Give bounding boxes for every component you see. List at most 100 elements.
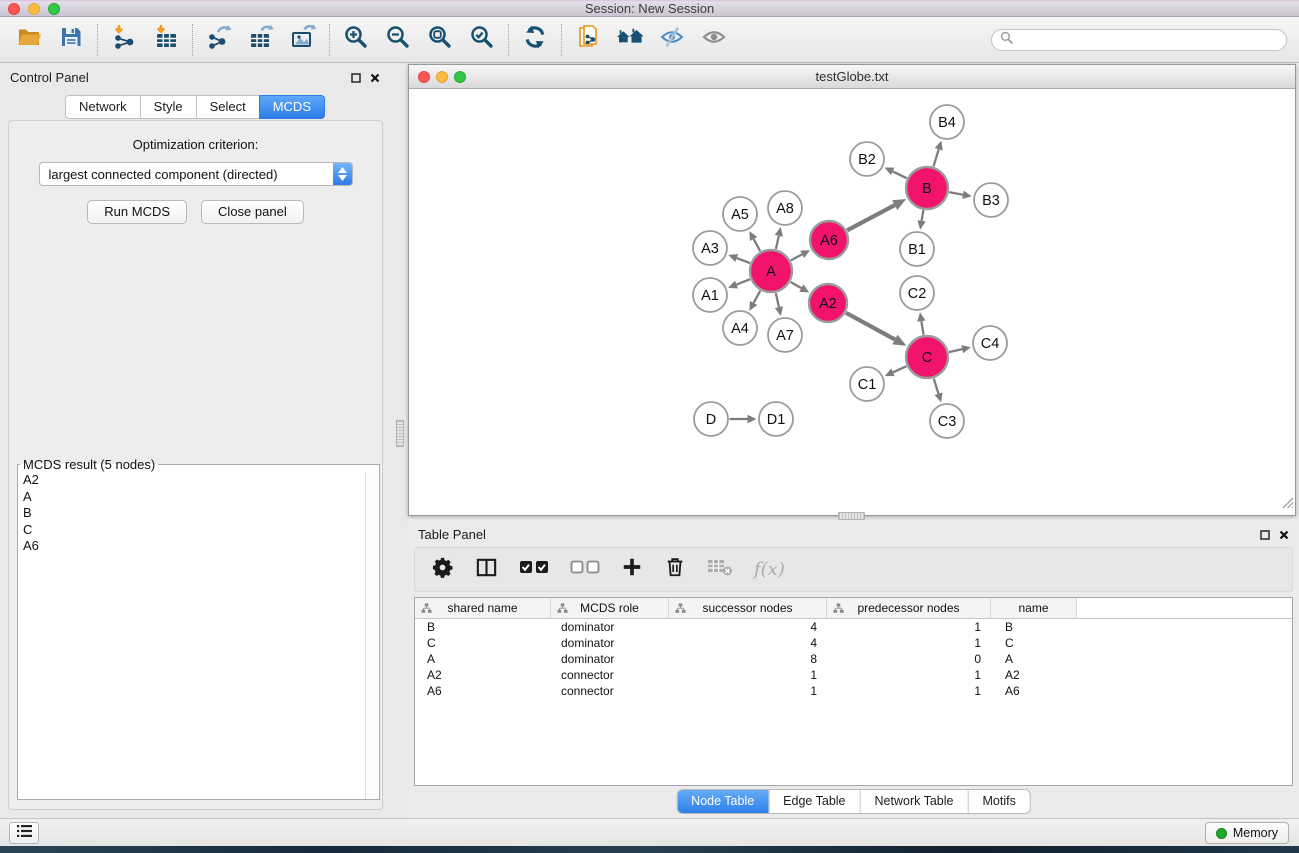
graph-node-D[interactable]: D bbox=[694, 402, 728, 436]
graph-node-A6[interactable]: A6 bbox=[810, 221, 848, 259]
criterion-dropdown[interactable]: largest connected component (directed) bbox=[39, 162, 353, 186]
show-columns-button[interactable] bbox=[475, 556, 498, 584]
tab-edge-table[interactable]: Edge Table bbox=[768, 790, 859, 813]
table-row[interactable]: Adominator80A bbox=[415, 651, 1292, 667]
zoom-fit-button[interactable] bbox=[419, 22, 461, 58]
graph-node-A5[interactable]: A5 bbox=[723, 197, 757, 231]
graph-node-D1[interactable]: D1 bbox=[759, 402, 793, 436]
table-row[interactable]: Cdominator41C bbox=[415, 635, 1292, 651]
close-window-button[interactable] bbox=[8, 3, 20, 15]
graph-node-C3[interactable]: C3 bbox=[930, 404, 964, 438]
import-table-button[interactable] bbox=[145, 22, 187, 58]
graph-node-C1[interactable]: C1 bbox=[850, 367, 884, 401]
show-all-button[interactable] bbox=[693, 22, 735, 58]
tab-select[interactable]: Select bbox=[196, 95, 260, 119]
list-item[interactable]: A bbox=[18, 489, 379, 506]
hierarchy-icon bbox=[421, 603, 432, 617]
tab-node-table[interactable]: Node Table bbox=[677, 790, 768, 813]
minimize-window-button[interactable] bbox=[28, 3, 40, 15]
function-builder-button[interactable]: f(x) bbox=[754, 559, 785, 580]
graph-node-B2[interactable]: B2 bbox=[850, 142, 884, 176]
split-divider-grip-horizontal[interactable] bbox=[838, 512, 865, 520]
deselect-all-button[interactable] bbox=[570, 557, 600, 582]
search-input[interactable] bbox=[1013, 33, 1278, 47]
window-resize-grip[interactable] bbox=[1280, 495, 1294, 514]
task-history-button[interactable] bbox=[9, 822, 39, 844]
graph-node-A1[interactable]: A1 bbox=[693, 278, 727, 312]
delete-table-icon bbox=[707, 564, 733, 581]
column-header-mcds-role[interactable]: MCDS role bbox=[551, 598, 669, 619]
zoom-in-button[interactable] bbox=[335, 22, 377, 58]
zoom-out-button[interactable] bbox=[377, 22, 419, 58]
tab-motifs[interactable]: Motifs bbox=[967, 790, 1029, 813]
run-mcds-button[interactable]: Run MCDS bbox=[87, 200, 187, 224]
zoom-network-window-button[interactable] bbox=[454, 71, 466, 83]
import-network-button[interactable] bbox=[103, 22, 145, 58]
graph-node-B3[interactable]: B3 bbox=[974, 183, 1008, 217]
result-list-scrollbar[interactable] bbox=[365, 472, 378, 799]
checked-boxes-icon bbox=[519, 564, 549, 581]
tab-network[interactable]: Network bbox=[65, 95, 141, 119]
open-session-button[interactable] bbox=[8, 22, 50, 58]
list-item[interactable]: C bbox=[18, 522, 379, 539]
tab-network-table[interactable]: Network Table bbox=[860, 790, 968, 813]
memory-button[interactable]: Memory bbox=[1205, 822, 1289, 844]
add-button[interactable] bbox=[621, 556, 643, 583]
graph-node-A3[interactable]: A3 bbox=[693, 231, 727, 265]
column-header-name[interactable]: name bbox=[991, 598, 1077, 619]
graph-node-B[interactable]: B bbox=[906, 167, 948, 209]
export-network-button[interactable] bbox=[198, 22, 240, 58]
mcds-result-list[interactable]: A2 A B C A6 bbox=[18, 472, 379, 799]
list-item[interactable]: B bbox=[18, 505, 379, 522]
graph-node-A7[interactable]: A7 bbox=[768, 318, 802, 352]
search-field[interactable] bbox=[991, 29, 1287, 51]
first-neighbors-button[interactable] bbox=[609, 22, 651, 58]
float-panel-icon[interactable] bbox=[1260, 527, 1270, 545]
save-floppy-icon bbox=[58, 24, 84, 55]
column-header-shared-name[interactable]: shared name bbox=[415, 598, 551, 619]
graph-node-A8[interactable]: A8 bbox=[768, 191, 802, 225]
split-divider-grip[interactable] bbox=[396, 420, 404, 447]
control-panel-title: Control Panel bbox=[10, 70, 89, 85]
column-header-predecessor-nodes[interactable]: predecessor nodes bbox=[827, 598, 991, 619]
graph-node-B1[interactable]: B1 bbox=[900, 232, 934, 266]
list-item[interactable]: A2 bbox=[18, 472, 379, 489]
table-row[interactable]: A2connector11A2 bbox=[415, 667, 1292, 683]
graph-node-B4[interactable]: B4 bbox=[930, 105, 964, 139]
graph-node-C[interactable]: C bbox=[906, 336, 948, 378]
float-panel-icon[interactable] bbox=[351, 70, 361, 88]
export-image-button[interactable] bbox=[282, 22, 324, 58]
close-panel-icon[interactable] bbox=[1279, 527, 1289, 545]
close-network-window-button[interactable] bbox=[418, 71, 430, 83]
graph-node-C4[interactable]: C4 bbox=[973, 326, 1007, 360]
zoom-window-button[interactable] bbox=[48, 3, 60, 15]
export-table-button[interactable] bbox=[240, 22, 282, 58]
select-all-button[interactable] bbox=[519, 557, 549, 582]
tab-mcds[interactable]: MCDS bbox=[259, 95, 325, 119]
graph-node-A2[interactable]: A2 bbox=[809, 284, 847, 322]
tab-style[interactable]: Style bbox=[140, 95, 197, 119]
save-session-button[interactable] bbox=[50, 22, 92, 58]
table-row[interactable]: Bdominator41B bbox=[415, 619, 1292, 635]
svg-text:D: D bbox=[706, 412, 716, 428]
delete-button[interactable] bbox=[664, 556, 686, 583]
network-canvas[interactable]: B4 B2 B B3 A5 A8A6 B1 A3 A A1 C2 A2 A4 A7 C4 C C1 C3 D D1 bbox=[409, 90, 1295, 516]
zoom-selected-button[interactable] bbox=[461, 22, 503, 58]
status-bar: Memory bbox=[0, 818, 1299, 846]
graph-node-A[interactable]: A bbox=[750, 250, 792, 292]
eye-icon bbox=[701, 24, 727, 55]
list-item[interactable]: A6 bbox=[18, 538, 379, 555]
close-panel-button[interactable]: Close panel bbox=[201, 200, 304, 224]
delete-table-button[interactable] bbox=[707, 557, 733, 582]
hide-selected-button[interactable] bbox=[651, 22, 693, 58]
column-header-successor-nodes[interactable]: successor nodes bbox=[669, 598, 827, 619]
graph-node-A4[interactable]: A4 bbox=[723, 311, 757, 345]
table-row[interactable]: A6connector11A6 bbox=[415, 683, 1292, 699]
close-panel-icon[interactable] bbox=[370, 70, 380, 88]
new-network-from-selection-button[interactable] bbox=[567, 22, 609, 58]
refresh-view-button[interactable] bbox=[514, 22, 556, 58]
graph-node-C2[interactable]: C2 bbox=[900, 276, 934, 310]
svg-text:A4: A4 bbox=[731, 321, 749, 337]
table-settings-button[interactable] bbox=[431, 556, 454, 584]
minimize-network-window-button[interactable] bbox=[436, 71, 448, 83]
